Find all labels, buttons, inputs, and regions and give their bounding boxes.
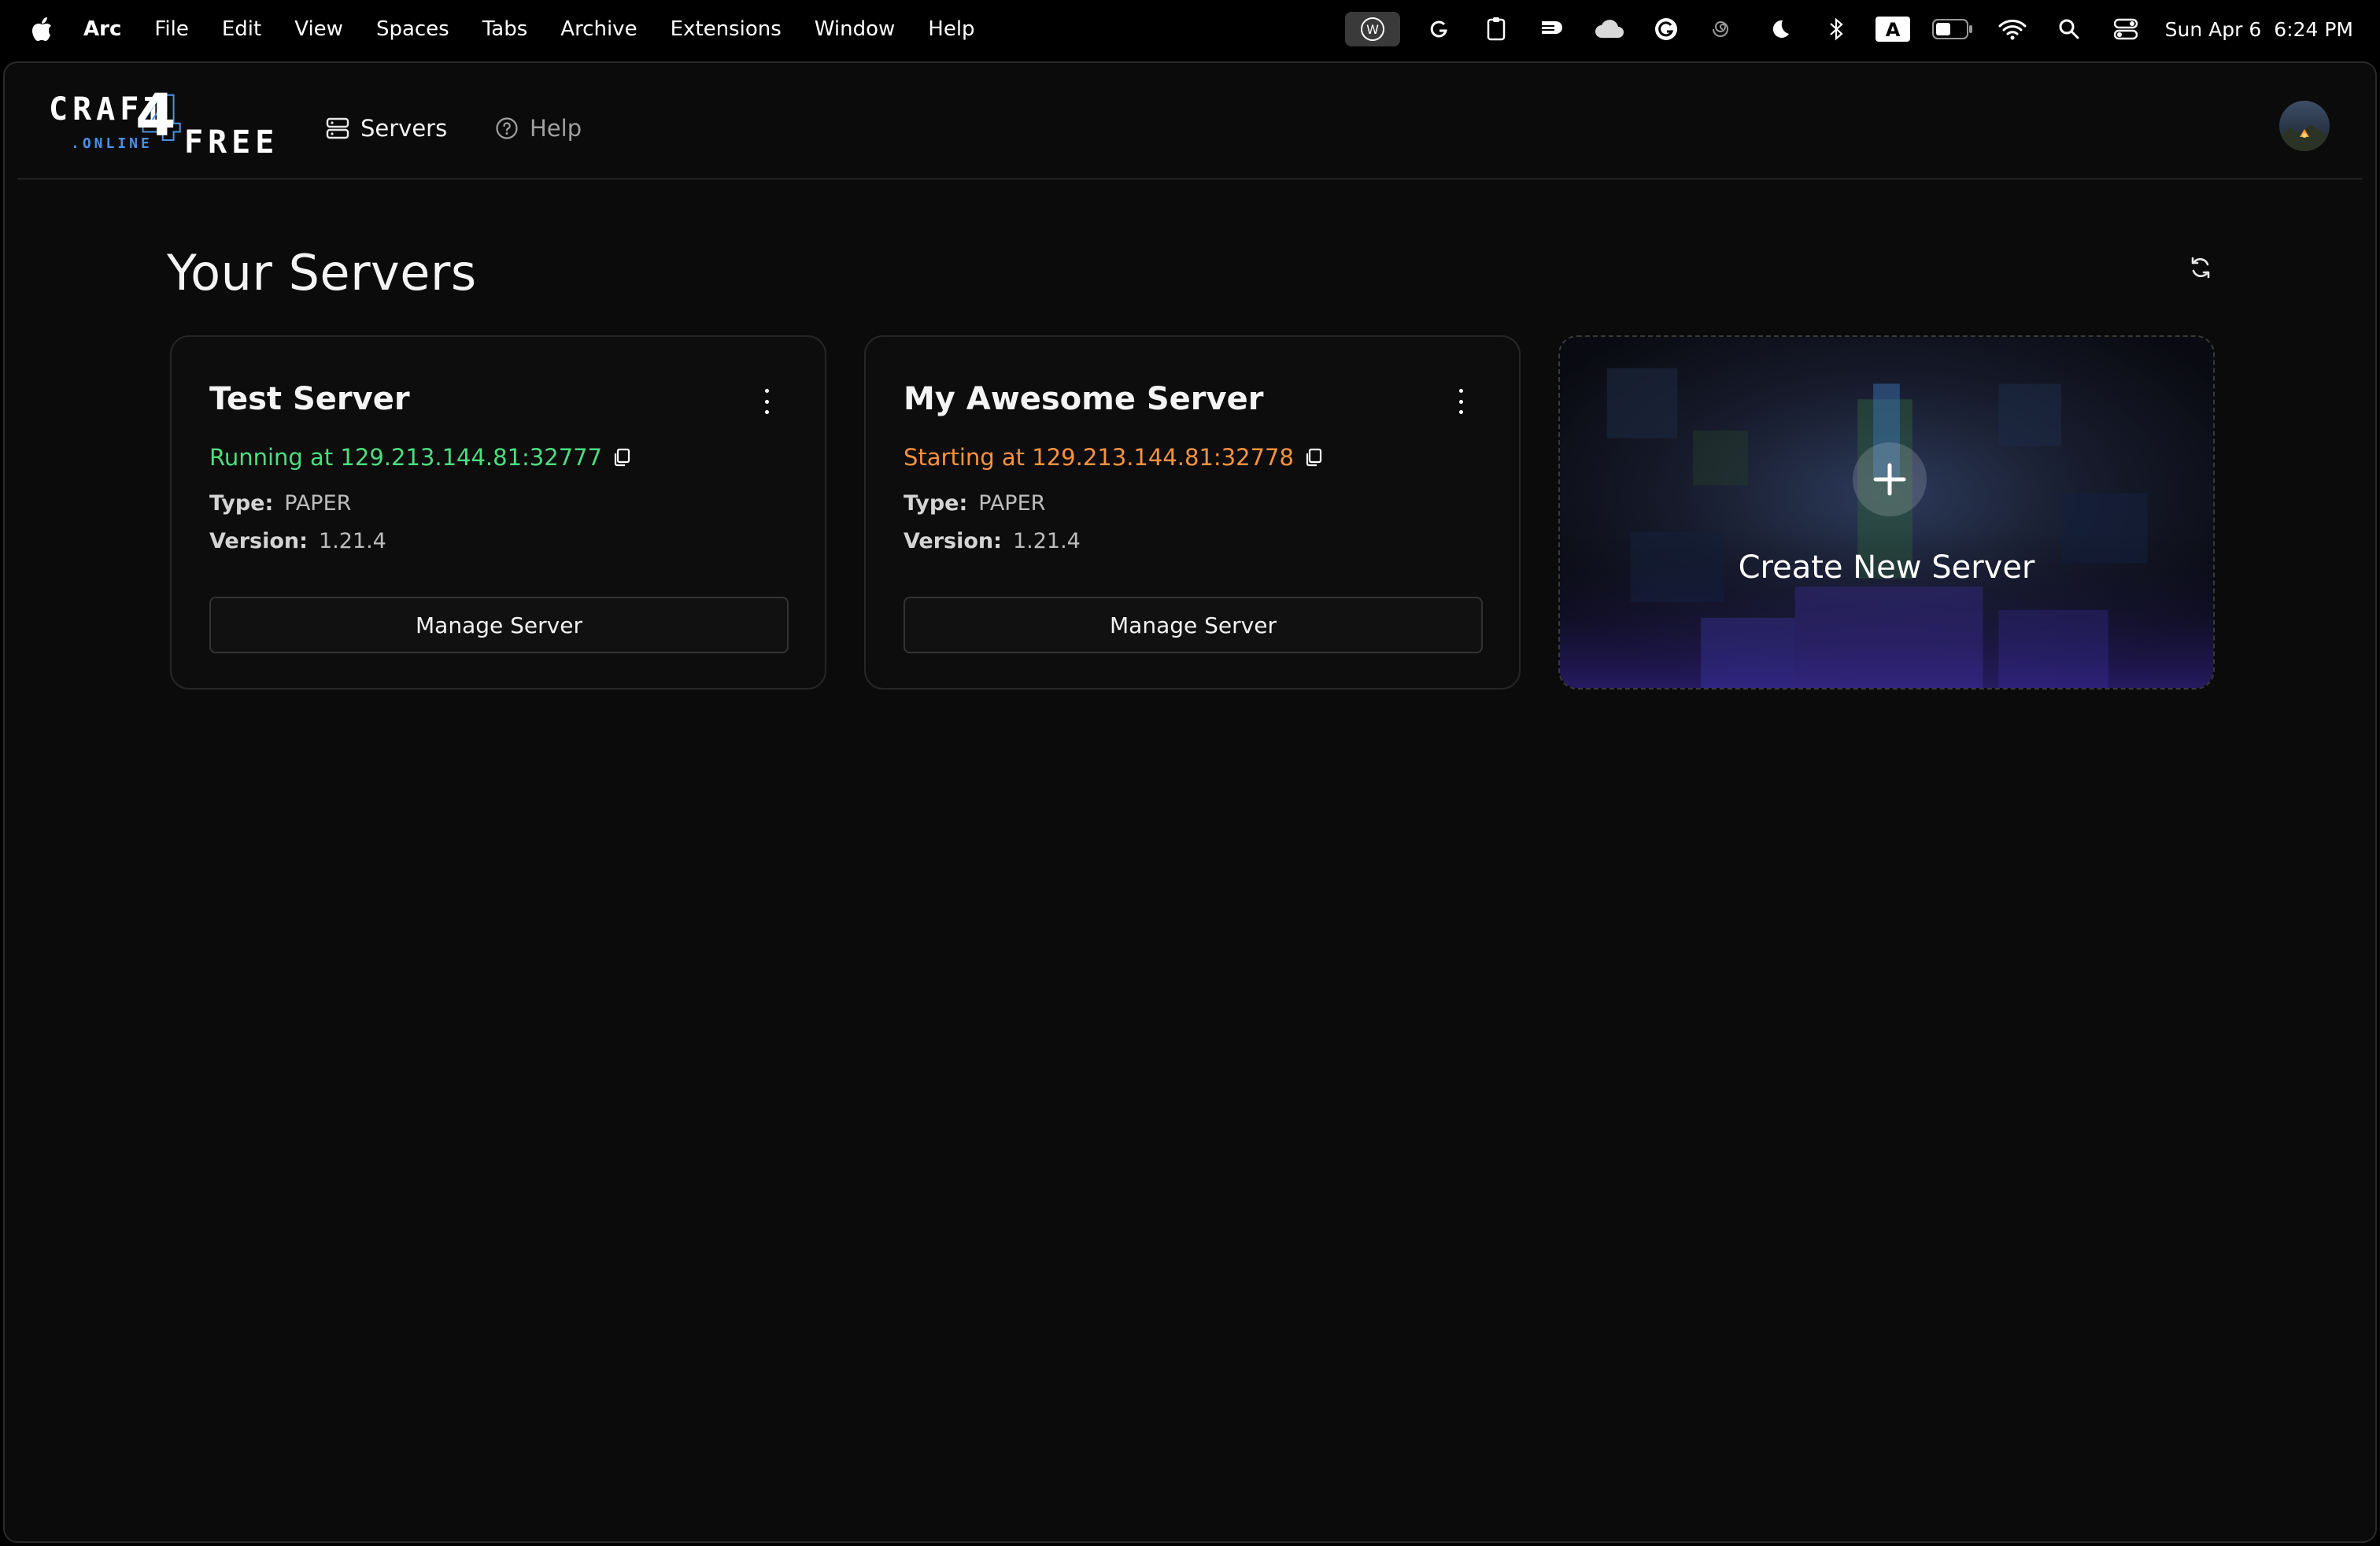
wifi-icon[interactable]	[1995, 12, 2030, 46]
status-prefix: Starting at	[904, 444, 1026, 471]
menu-archive[interactable]: Archive	[560, 17, 637, 41]
menu-app-name[interactable]: Arc	[83, 17, 121, 41]
type-label: Type:	[904, 491, 968, 516]
server-version: Version: 1.21.4	[904, 529, 1081, 553]
type-value: PAPER	[284, 491, 352, 516]
type-value: PAPER	[978, 491, 1046, 516]
server-status: Running at 129.213.144.81:32777	[209, 444, 632, 471]
more-options-icon[interactable]	[760, 389, 773, 414]
server-status: Starting at 129.213.144.81:32778	[904, 444, 1324, 471]
menu-edit[interactable]: Edit	[222, 17, 261, 41]
moon-icon[interactable]	[1762, 12, 1797, 46]
manage-server-button[interactable]: Manage Server	[904, 597, 1483, 653]
menu-help[interactable]: Help	[928, 17, 974, 41]
server-name: Test Server	[209, 381, 410, 417]
logo-free-text: FREE	[184, 124, 279, 161]
create-server-card[interactable]: Create New Server	[1558, 335, 2215, 690]
version-value: 1.21.4	[318, 529, 386, 553]
bluetooth-icon[interactable]	[1819, 12, 1853, 46]
status-prefix: Running at	[209, 444, 334, 471]
user-avatar[interactable]	[2279, 101, 2330, 151]
spiral-icon[interactable]	[1706, 12, 1740, 46]
server-address: 129.213.144.81:32777	[340, 444, 603, 471]
manage-server-button[interactable]: Manage Server	[209, 597, 789, 653]
server-version: Version: 1.21.4	[209, 529, 386, 553]
type-label: Type:	[209, 491, 274, 516]
nav-servers-link[interactable]: Servers	[326, 115, 447, 142]
version-label: Version:	[904, 529, 1002, 553]
browser-window: CRAFT 4 4 .ONLINE FREE Servers Help Your…	[3, 61, 2377, 1543]
menu-tabs[interactable]: Tabs	[482, 17, 528, 41]
apple-icon[interactable]	[30, 17, 54, 42]
server-type: Type: PAPER	[209, 491, 351, 516]
menu-extensions[interactable]: Extensions	[671, 17, 782, 41]
notes-icon[interactable]	[1536, 12, 1570, 46]
control-center-icon[interactable]	[2108, 12, 2143, 46]
version-label: Version:	[209, 529, 308, 553]
search-icon[interactable]	[2052, 12, 2086, 46]
help-circle-icon	[496, 117, 518, 139]
keyboard-a-icon[interactable]: A	[1875, 12, 1910, 46]
server-card: Test Server Running at 129.213.144.81:32…	[170, 335, 826, 690]
clipboard-icon[interactable]	[1479, 12, 1513, 46]
g-arrow-icon[interactable]	[1422, 12, 1457, 46]
copy-icon[interactable]	[1303, 447, 1324, 468]
nav-servers-label: Servers	[360, 115, 448, 142]
nav-help-link[interactable]: Help	[495, 115, 582, 142]
create-server-label: Create New Server	[1738, 549, 2035, 586]
nav-help-label: Help	[530, 115, 582, 142]
refresh-icon[interactable]	[2183, 250, 2218, 285]
page-title: Your Servers	[167, 244, 477, 301]
clock-time: 6:24 PM	[2274, 17, 2353, 41]
server-type: Type: PAPER	[904, 491, 1045, 516]
menu-view[interactable]: View	[294, 17, 343, 41]
server-card: My Awesome Server Starting at 129.213.14…	[864, 335, 1521, 690]
cloud-icon[interactable]	[1592, 12, 1627, 46]
server-address: 129.213.144.81:32778	[1032, 444, 1294, 471]
craft4free-logo[interactable]: CRAFT 4 4 .ONLINE FREE	[49, 82, 285, 161]
top-navbar: CRAFT 4 4 .ONLINE FREE Servers Help	[17, 63, 2363, 179]
version-value: 1.21.4	[1012, 529, 1081, 553]
copy-icon[interactable]	[612, 447, 632, 468]
menu-window[interactable]: Window	[815, 17, 896, 41]
more-options-icon[interactable]	[1454, 389, 1467, 414]
page-content: CRAFT 4 4 .ONLINE FREE Servers Help Your…	[17, 63, 2363, 1532]
server-icon	[326, 117, 349, 139]
menu-bar: Arc File Edit View Spaces Tabs Archive E…	[0, 0, 2380, 58]
server-name: My Awesome Server	[904, 381, 1264, 417]
logo-online-text: .ONLINE	[71, 135, 153, 152]
grammarly-icon[interactable]	[1649, 12, 1683, 46]
menubar-clock[interactable]: Sun Apr 6 6:24 PM	[2165, 18, 2353, 41]
keyboard-badge-text: A	[1885, 19, 1900, 41]
plus-icon	[1853, 442, 1927, 516]
clock-date: Sun Apr 6	[2164, 17, 2262, 41]
wordpress-icon[interactable]: W	[1344, 12, 1400, 46]
menu-file[interactable]: File	[154, 17, 189, 41]
svg-text:W: W	[1366, 22, 1379, 37]
battery-icon[interactable]	[1931, 12, 1973, 46]
menu-spaces[interactable]: Spaces	[376, 17, 449, 41]
